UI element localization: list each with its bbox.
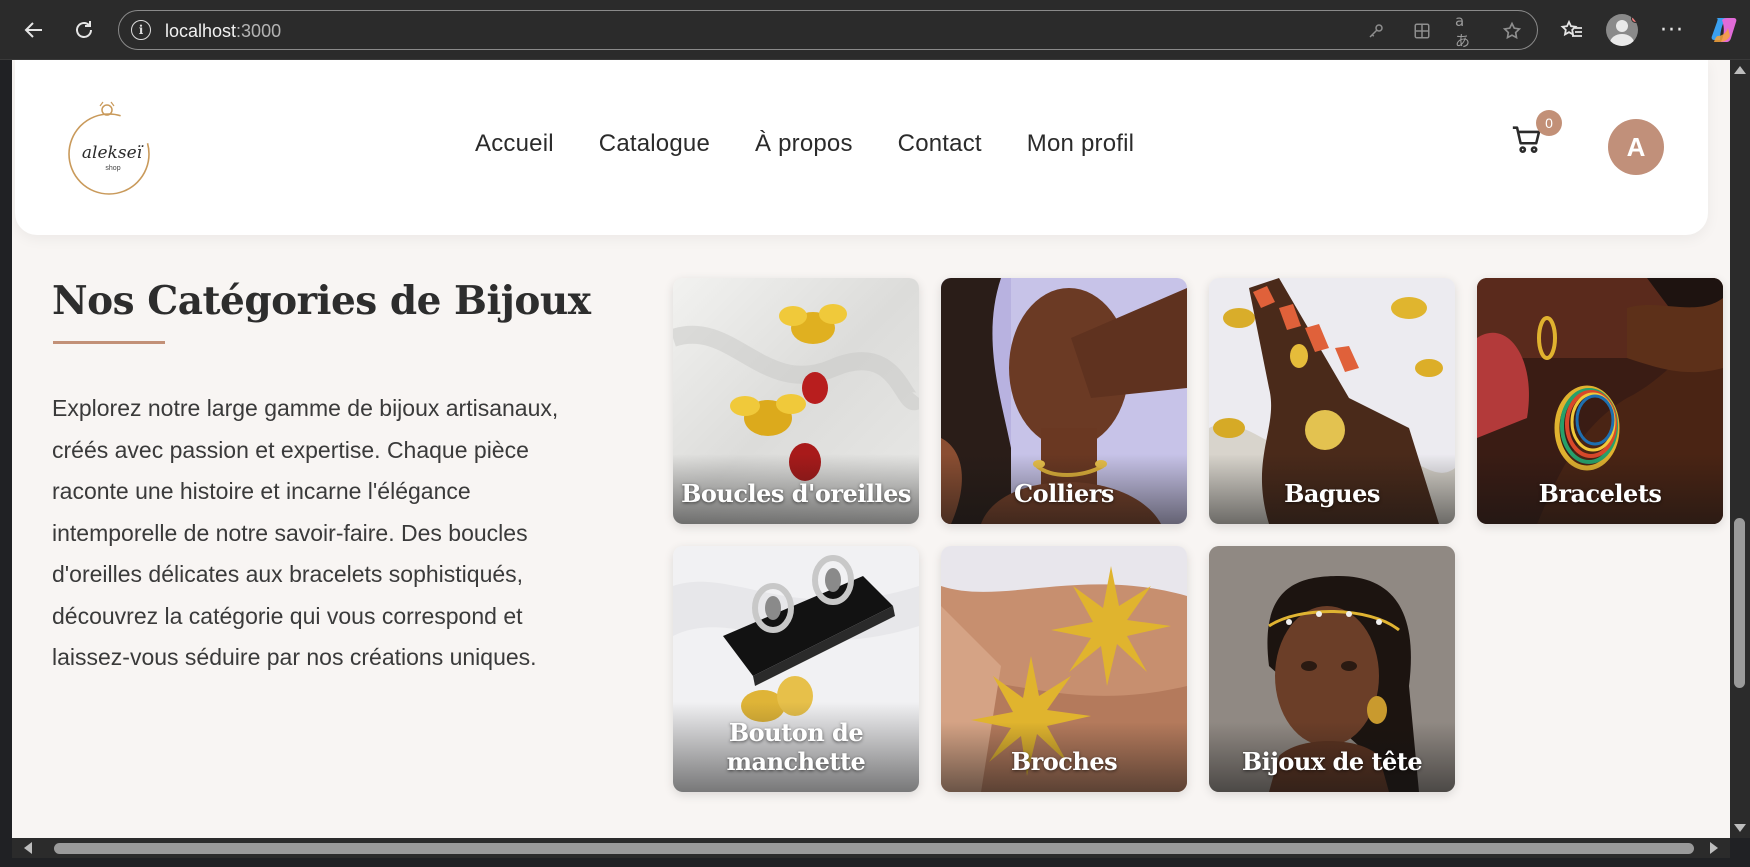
category-card-boutons[interactable]: Bouton de manchette: [673, 546, 919, 792]
category-card-boucles[interactable]: Boucles d'oreilles: [673, 278, 919, 524]
nav-a-propos[interactable]: À propos: [755, 130, 853, 158]
category-label: Boucles d'oreilles: [681, 479, 911, 508]
category-card-bagues[interactable]: Bagues: [1209, 278, 1455, 524]
svg-text:alekseï: alekseï: [82, 143, 144, 163]
nav-accueil[interactable]: Accueil: [475, 130, 554, 158]
category-label: Bagues: [1284, 479, 1380, 508]
window-bottom-edge: [0, 858, 1750, 867]
section-description: Explorez notre large gamme de bijoux art…: [52, 395, 559, 670]
scroll-up-icon[interactable]: [1734, 66, 1746, 74]
nav-contact[interactable]: Contact: [898, 130, 982, 158]
site-info-icon[interactable]: i: [131, 20, 151, 40]
category-label: Bracelets: [1538, 479, 1662, 508]
scroll-left-icon[interactable]: [24, 842, 32, 854]
reload-icon[interactable]: [68, 14, 100, 46]
back-icon[interactable]: [18, 14, 50, 46]
profile-icon[interactable]: [1606, 14, 1638, 46]
more-icon[interactable]: ···: [1656, 14, 1688, 46]
key-icon[interactable]: [1365, 20, 1387, 42]
copilot-icon[interactable]: [1708, 14, 1740, 46]
horizontal-scrollbar[interactable]: [12, 838, 1730, 858]
category-label: Broches: [1010, 747, 1118, 776]
category-label: Bijoux de tête: [1241, 747, 1423, 776]
user-avatar[interactable]: A: [1608, 119, 1664, 175]
category-label: Colliers: [1014, 479, 1114, 508]
favorite-star-icon[interactable]: [1501, 20, 1523, 42]
scroll-down-icon[interactable]: [1734, 824, 1746, 832]
url-text[interactable]: localhost:3000: [165, 21, 281, 42]
page-viewport: alekseï shop Accueil Catalogue À propos …: [12, 60, 1730, 838]
main-nav: Accueil Catalogue À propos Contact Mon p…: [475, 130, 1134, 158]
title-underline: [53, 341, 165, 344]
browser-toolbar: i localhost:3000 aあ ···: [0, 0, 1750, 60]
scroll-right-icon[interactable]: [1710, 842, 1718, 854]
svg-text:shop: shop: [105, 165, 120, 172]
site-header: alekseï shop Accueil Catalogue À propos …: [15, 60, 1708, 235]
category-card-colliers[interactable]: Colliers: [941, 278, 1187, 524]
vertical-scroll-thumb[interactable]: [1734, 518, 1745, 688]
category-card-broches[interactable]: Broches: [941, 546, 1187, 792]
address-bar[interactable]: i localhost:3000 aあ: [118, 10, 1538, 50]
vertical-scrollbar[interactable]: [1730, 60, 1750, 838]
nav-mon-profil[interactable]: Mon profil: [1027, 130, 1134, 158]
category-card-bracelets[interactable]: Bracelets: [1477, 278, 1723, 524]
nav-catalogue[interactable]: Catalogue: [599, 130, 710, 158]
apps-icon[interactable]: [1411, 20, 1433, 42]
site-logo[interactable]: alekseï shop: [67, 96, 157, 200]
category-label: Bouton de manchette: [726, 718, 866, 776]
category-card-bijoux-tete[interactable]: Bijoux de tête: [1209, 546, 1455, 792]
favorites-icon[interactable]: [1556, 14, 1588, 46]
horizontal-scroll-thumb[interactable]: [54, 843, 1694, 854]
cart-count-badge: 0: [1536, 110, 1562, 136]
read-aloud-icon[interactable]: aあ: [1455, 12, 1477, 50]
section-title: Nos Catégories de Bijoux: [52, 278, 591, 324]
